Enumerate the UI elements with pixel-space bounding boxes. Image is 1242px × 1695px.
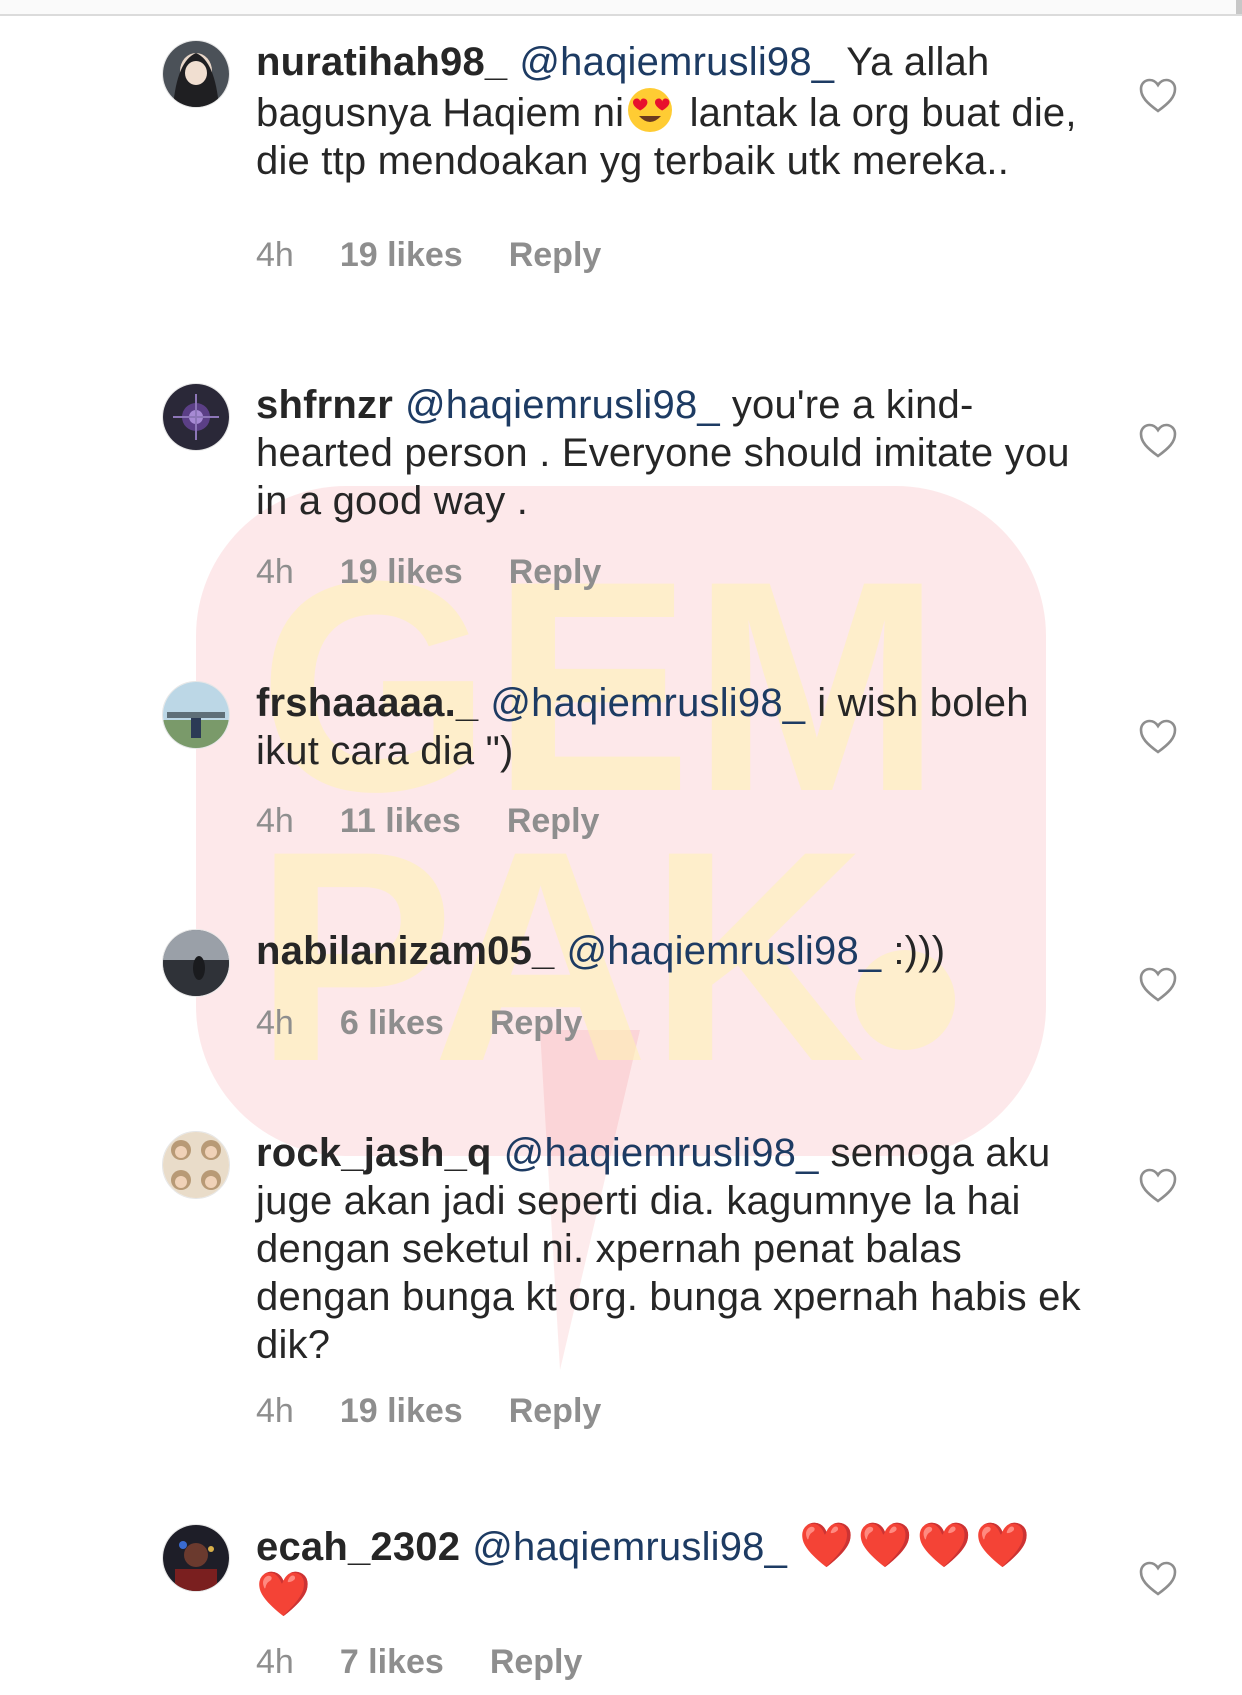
reply-button[interactable]: Reply [509,553,602,591]
comment-meta: 4h 7 likes Reply [256,1643,628,1682]
heart-eyes-emoji-icon [626,86,674,134]
comment-time: 4h [256,1392,294,1430]
comment-username[interactable]: frshaaaaa._ [256,681,478,725]
comment-meta: 4h 19 likes Reply [256,236,647,275]
comment-text: rock_jash_q @haqiemrusli98_ semoga aku jug… [256,1129,1086,1369]
comment-username[interactable]: shfrnzr [256,383,393,427]
comment-username[interactable]: nabilanizam05_ [256,929,554,973]
comment-username[interactable]: nuratihah98_ [256,40,507,84]
comment-likes[interactable]: 19 likes [340,553,463,591]
avatar[interactable] [162,681,230,749]
comment-text: frshaaaaa._ @haqiemrusli98_ i wish boleh i… [256,679,1086,775]
comment-likes[interactable]: 6 likes [340,1004,444,1042]
comment-meta: 4h 6 likes Reply [256,1004,628,1043]
comment-mention[interactable]: @haqiemrusli98_ [566,929,881,973]
comment-mention[interactable]: @haqiemrusli98_ [519,40,834,84]
comment-time: 4h [256,236,294,274]
heart-outline-icon[interactable] [1139,967,1177,1003]
reply-button[interactable]: Reply [507,802,600,840]
comment-username[interactable]: ecah_2302 [256,1525,460,1569]
avatar[interactable] [162,383,230,451]
heart-outline-icon[interactable] [1139,719,1177,755]
reply-button[interactable]: Reply [490,1643,583,1681]
comment-mention[interactable]: @haqiemrusli98_ [490,681,805,725]
comment-time: 4h [256,1643,294,1681]
reply-button[interactable]: Reply [509,236,602,274]
scroll-edge [1236,0,1242,14]
comment-time: 4h [256,802,294,840]
comment-likes[interactable]: 11 likes [340,802,461,840]
comment-time: 4h [256,553,294,591]
heart-outline-icon[interactable] [1139,78,1177,114]
avatar[interactable] [162,1131,230,1199]
heart-outline-icon[interactable] [1139,1168,1177,1204]
comment-likes[interactable]: 7 likes [340,1643,444,1681]
reply-button[interactable]: Reply [490,1004,583,1042]
comment-likes[interactable]: 19 likes [340,1392,463,1430]
comment-mention[interactable]: @haqiemrusli98_ [405,383,720,427]
comment-text: nabilanizam05_ @haqiemrusli98_:))) [256,927,1086,975]
avatar[interactable] [162,929,230,997]
comment-mention[interactable]: @haqiemrusli98_ [472,1525,787,1569]
comment-meta: 4h 19 likes Reply [256,553,647,592]
comment-likes[interactable]: 19 likes [340,236,463,274]
comment-text: ecah_2302 @haqiemrusli98_ ❤️❤️❤️❤️❤️ [256,1522,1086,1620]
comment-meta: 4h 19 likes Reply [256,1392,647,1431]
avatar[interactable] [162,40,230,108]
reply-button[interactable]: Reply [509,1392,602,1430]
heart-outline-icon[interactable] [1139,1561,1177,1597]
comment-message: :))) [893,929,946,973]
comment-time: 4h [256,1004,294,1042]
comment-username[interactable]: rock_jash_q [256,1131,492,1175]
comment-text: shfrnzr @haqiemrusli98_ you're a kind-hear… [256,381,1086,525]
avatar[interactable] [162,1524,230,1592]
comment-mention[interactable]: @haqiemrusli98_ [504,1131,819,1175]
comment-text: nuratihah98_ @haqiemrusli98_ Ya allah bagu… [256,38,1086,185]
top-divider [0,0,1242,16]
heart-outline-icon[interactable] [1139,423,1177,459]
comment-meta: 4h 11 likes Reply [256,802,645,841]
